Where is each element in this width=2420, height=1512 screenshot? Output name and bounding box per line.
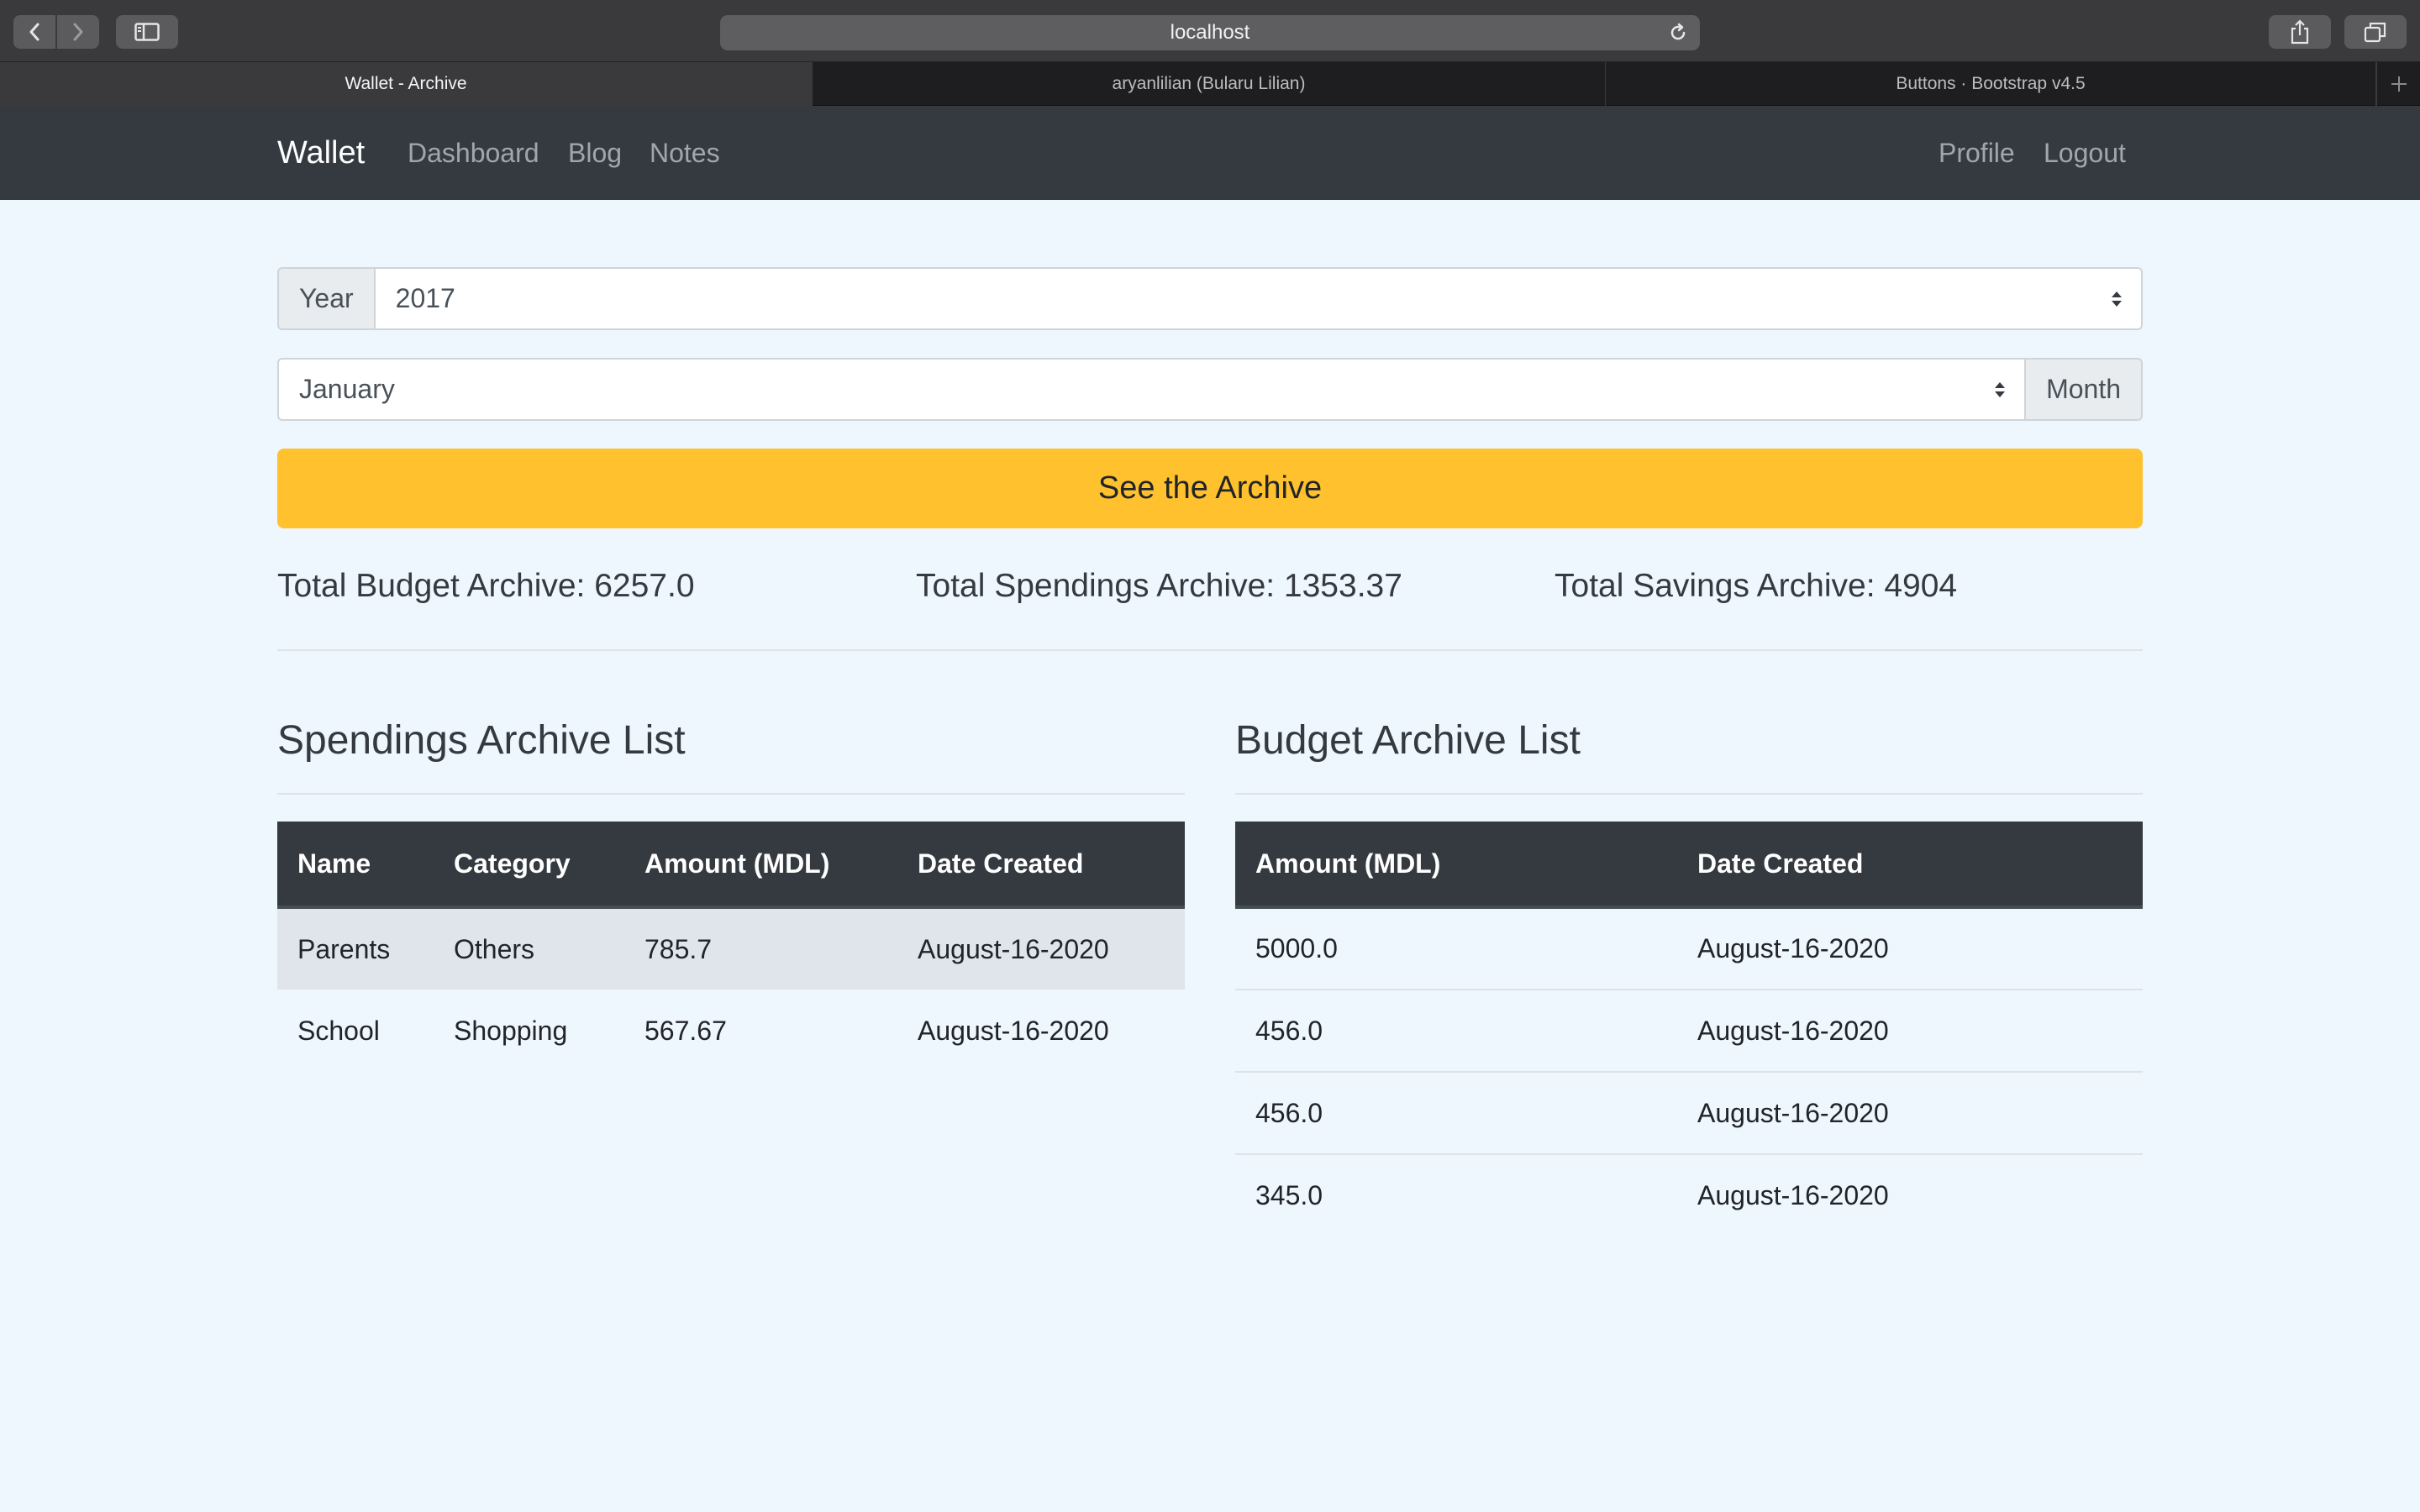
address-text: localhost <box>1170 21 1250 44</box>
browser-toolbar: localhost <box>0 0 2420 62</box>
spendings-divider <box>277 793 1185 795</box>
total-budget: Total Budget Archive: 6257.0 <box>277 568 695 604</box>
col-date: Date Created <box>897 822 1185 909</box>
see-archive-button[interactable]: See the Archive <box>277 449 2143 528</box>
cell-date: August-16-2020 <box>1677 989 2143 1072</box>
col-date: Date Created <box>1677 822 2143 909</box>
share-button[interactable] <box>2269 15 2331 49</box>
cell-date: August-16-2020 <box>1677 1153 2143 1236</box>
tab-bootstrap-buttons[interactable]: Buttons · Bootstrap v4.5 <box>1606 62 2376 106</box>
table-row[interactable]: Parents Others 785.7 August-16-2020 <box>277 907 1185 990</box>
year-select-value: 2017 <box>395 283 455 313</box>
year-input-group: Year 2017 <box>277 267 2143 330</box>
address-bar[interactable]: localhost <box>720 15 1700 50</box>
col-category: Category <box>434 822 624 909</box>
spendings-table: Name Category Amount (MDL) Date Created … <box>277 822 1185 1072</box>
year-label: Year <box>277 267 374 330</box>
cell-amount: 456.0 <box>1235 989 1677 1072</box>
cell-name: Parents <box>277 907 434 990</box>
plus-icon <box>2391 76 2407 92</box>
share-icon <box>2291 19 2309 45</box>
cell-category: Shopping <box>454 1015 568 1046</box>
app-navbar: Wallet Dashboard Blog Notes Profile Logo… <box>0 106 2420 200</box>
month-label: Month <box>2024 358 2143 421</box>
cell-amount: 785.7 <box>624 907 897 990</box>
cell-date: August-16-2020 <box>1677 1071 2143 1154</box>
total-savings: Total Savings Archive: 4904 <box>1555 568 1958 604</box>
cell-date: August-16-2020 <box>1697 933 1889 963</box>
table-row[interactable]: 5000.0 August-16-2020 <box>1235 907 2143 990</box>
reload-icon[interactable] <box>1668 23 1688 43</box>
col-amount: Amount (MDL) <box>1235 822 1677 909</box>
total-spendings: Total Spendings Archive: 1353.37 <box>916 568 1402 604</box>
table-row[interactable]: 456.0 August-16-2020 <box>1235 989 2143 1072</box>
nav-notes[interactable]: Notes <box>650 106 720 200</box>
select-arrows-icon <box>2112 291 2122 307</box>
new-tab-button[interactable] <box>2376 62 2420 106</box>
cell-amount: 567.67 <box>644 1015 727 1046</box>
tab-wallet-archive[interactable]: Wallet - Archive <box>0 62 813 106</box>
spendings-title: Spendings Archive List <box>277 718 686 763</box>
sidebar-icon <box>134 23 160 41</box>
sidebar-toggle-button[interactable] <box>116 15 178 49</box>
table-header-row: Amount (MDL) Date Created <box>1235 822 2143 909</box>
year-select[interactable]: 2017 <box>373 267 2143 330</box>
table-row[interactable]: School Shopping 567.67 August-16-2020 <box>277 990 1185 1072</box>
back-button[interactable] <box>13 15 55 49</box>
nav-dashboard[interactable]: Dashboard <box>408 106 539 200</box>
cell-amount: 345.0 <box>1235 1153 1677 1236</box>
month-select-value: January <box>299 374 395 404</box>
chevron-right-icon <box>73 23 83 41</box>
cell-name: School <box>297 1015 380 1046</box>
nav-logout[interactable]: Logout <box>2044 106 2126 200</box>
budget-divider <box>1235 793 2143 795</box>
divider <box>277 649 2143 651</box>
cell-amount: 5000.0 <box>1255 933 1338 963</box>
chevron-left-icon <box>29 23 39 41</box>
nav-profile[interactable]: Profile <box>1939 106 2015 200</box>
tab-github-profile[interactable]: aryanlilian (Bularu Lilian) <box>813 62 1606 106</box>
cell-category: Others <box>434 907 624 990</box>
tab-overview-button[interactable] <box>2344 15 2407 49</box>
cell-amount: 456.0 <box>1235 1071 1677 1154</box>
budget-title: Budget Archive List <box>1235 718 1581 763</box>
table-row[interactable]: 345.0 August-16-2020 <box>1235 1153 2143 1236</box>
month-select[interactable]: January <box>277 358 2025 421</box>
history-nav <box>13 15 99 49</box>
brand-logo[interactable]: Wallet <box>277 106 365 200</box>
col-amount: Amount (MDL) <box>624 822 897 909</box>
table-row[interactable]: 456.0 August-16-2020 <box>1235 1071 2143 1154</box>
table-header-row: Name Category Amount (MDL) Date Created <box>277 822 1185 909</box>
cell-date: August-16-2020 <box>897 907 1185 990</box>
tabs-icon <box>2364 22 2386 43</box>
cell-date: August-16-2020 <box>918 1015 1109 1046</box>
budget-table: Amount (MDL) Date Created 5000.0 August-… <box>1235 822 2143 1236</box>
select-arrows-icon <box>1995 381 2006 397</box>
nav-blog[interactable]: Blog <box>568 106 622 200</box>
month-input-group: January Month <box>277 358 2143 421</box>
forward-button[interactable] <box>55 15 99 49</box>
col-name: Name <box>277 822 434 909</box>
tab-bar: Wallet - Archive aryanlilian (Bularu Lil… <box>0 62 2420 106</box>
